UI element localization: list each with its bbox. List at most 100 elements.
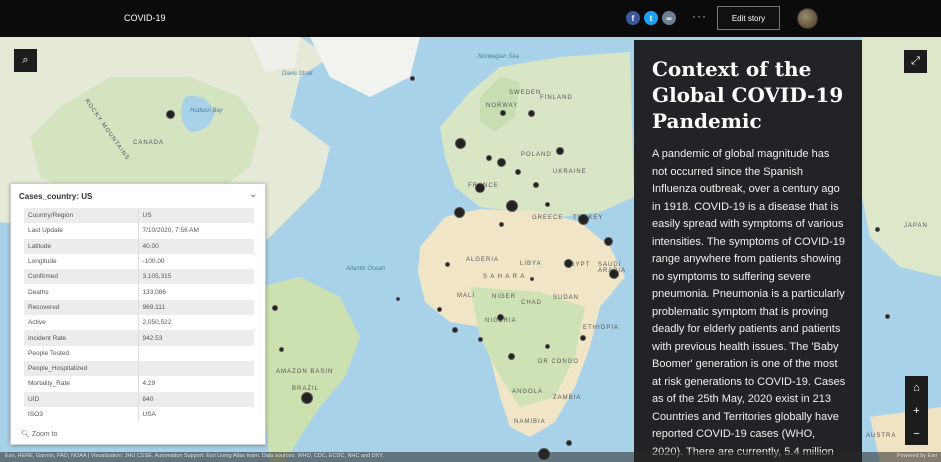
- map-label-sahara: S A H A R A: [483, 274, 526, 280]
- case-marker[interactable]: [475, 183, 485, 193]
- map-label-norwegian-sea: Norwegian Sea: [478, 54, 520, 60]
- attribute-value: [138, 360, 255, 377]
- case-marker[interactable]: [454, 207, 465, 218]
- map-attribution: Esri, HERE, Garmin, FAO, NOAA | Visualiz…: [0, 452, 941, 462]
- attribute-key: Latitude: [24, 238, 139, 254]
- attribute-key: ISO3: [24, 406, 139, 423]
- case-marker[interactable]: [272, 305, 278, 311]
- powered-by-esri[interactable]: Powered by Esri: [897, 453, 937, 459]
- attribute-key: Incident Rate: [24, 330, 139, 346]
- attribute-key: Active: [24, 315, 139, 331]
- table-row: Active 2,050,522: [24, 315, 255, 331]
- twitter-share-icon[interactable]: t: [644, 11, 658, 25]
- attribute-value: -100.00: [138, 253, 255, 270]
- attribute-value: 942.53: [138, 330, 255, 346]
- attribute-key: Mortality_Rate: [24, 376, 139, 392]
- table-row: Last Update 7/10/2020, 7:56 AM: [24, 223, 255, 239]
- case-marker[interactable]: [508, 353, 515, 360]
- case-marker[interactable]: [497, 158, 506, 167]
- fullscreen-icon[interactable]: ⤢: [904, 50, 927, 73]
- case-marker[interactable]: [500, 110, 506, 116]
- case-marker[interactable]: [499, 222, 504, 227]
- case-marker[interactable]: [486, 155, 492, 161]
- map-label-sudan: SUDAN: [553, 295, 580, 301]
- case-marker[interactable]: [396, 297, 400, 301]
- case-marker[interactable]: [437, 307, 442, 312]
- case-marker[interactable]: [166, 110, 175, 119]
- case-marker[interactable]: [478, 337, 483, 342]
- case-marker[interactable]: [530, 277, 534, 281]
- attribute-value: 2,050,522: [138, 315, 255, 331]
- feature-popup[interactable]: Cases_country: US ⌄ Country/Region US Las…: [10, 183, 266, 445]
- case-marker[interactable]: [301, 392, 313, 404]
- case-marker[interactable]: [578, 214, 589, 225]
- case-marker[interactable]: [556, 147, 564, 155]
- attribute-value: 969,111: [138, 299, 255, 316]
- case-marker[interactable]: [506, 200, 518, 212]
- map-label-davis-strait: Davis Strait: [282, 71, 313, 77]
- attribute-key: Recovered: [24, 299, 139, 316]
- table-row: Latitude 40.00: [24, 238, 255, 254]
- home-icon[interactable]: ⌂: [905, 376, 928, 399]
- map-label-japan: JAPAN: [904, 223, 928, 229]
- map-label-niger: NIGER: [492, 294, 517, 300]
- table-row: People_Hospitalized: [24, 360, 255, 377]
- map-label-algeria: ALGERIA: [466, 257, 500, 263]
- case-marker[interactable]: [545, 344, 550, 349]
- table-row: Longitude -100.00: [24, 253, 255, 270]
- case-marker[interactable]: [545, 202, 550, 207]
- case-marker[interactable]: [497, 314, 504, 321]
- zoom-to-label: Zoom to: [31, 431, 58, 438]
- attribute-value: 133,086: [138, 284, 255, 300]
- table-row: Mortality_Rate 4.29: [24, 376, 255, 392]
- attribute-value: 40.00: [138, 238, 255, 254]
- popup-attribute-table: Country/Region US Last Update 7/10/2020, 7…: [24, 208, 255, 423]
- case-marker[interactable]: [875, 227, 880, 232]
- table-row: Confirmed 3,105,315: [24, 269, 255, 285]
- case-marker[interactable]: [279, 347, 284, 352]
- case-marker[interactable]: [566, 440, 572, 446]
- app-title: COVID-19: [124, 13, 166, 23]
- map-label-angola: ANGOLA: [512, 389, 544, 395]
- edit-story-button[interactable]: Edit story: [717, 6, 780, 30]
- case-marker[interactable]: [452, 327, 458, 333]
- case-marker[interactable]: [609, 269, 619, 279]
- map-label-norway: NORWAY: [486, 103, 519, 109]
- table-row: Incident Rate 942.53: [24, 330, 255, 346]
- map-label-libya: LIBYA: [520, 261, 542, 267]
- case-marker[interactable]: [533, 182, 539, 188]
- attribute-value: 3,105,315: [138, 269, 255, 285]
- case-marker[interactable]: [455, 138, 466, 149]
- attribution-text: Esri, HERE, Garmin, FAO, NOAA | Visualiz…: [5, 453, 384, 459]
- case-marker[interactable]: [528, 110, 535, 117]
- map-label-poland: POLAND: [521, 152, 552, 158]
- map-label-chad: CHAD: [521, 300, 543, 306]
- attribute-value: 4.29: [138, 376, 255, 392]
- zoom-in-button[interactable]: +: [905, 399, 928, 422]
- attribute-value: 840: [138, 391, 255, 407]
- chevron-down-icon[interactable]: ⌄: [249, 189, 257, 200]
- attribute-key: Country/Region: [24, 208, 139, 224]
- case-marker[interactable]: [604, 237, 613, 246]
- more-options-icon[interactable]: ···: [692, 9, 707, 23]
- avatar[interactable]: [797, 8, 818, 29]
- zoom-to-link[interactable]: 🔍︎ Zoom to: [21, 430, 58, 438]
- zoom-out-button[interactable]: −: [905, 422, 928, 445]
- case-marker[interactable]: [885, 314, 890, 319]
- case-marker[interactable]: [410, 76, 415, 81]
- facebook-share-icon[interactable]: f: [626, 11, 640, 25]
- attribute-key: Deaths: [24, 284, 139, 300]
- case-marker[interactable]: [580, 335, 586, 341]
- case-marker[interactable]: [445, 262, 450, 267]
- attribute-value: US: [138, 208, 255, 224]
- zoom-magnifier-icon: 🔍︎: [21, 431, 30, 438]
- story-body: A pandemic of global magnitude has not o…: [652, 148, 846, 458]
- search-icon[interactable]: ⌕: [14, 49, 37, 72]
- case-marker[interactable]: [515, 169, 521, 175]
- story-panel[interactable]: Context of the Global COVID-19 Pandemic …: [634, 40, 862, 462]
- case-marker[interactable]: [564, 259, 573, 268]
- attribute-key: Last Update: [24, 223, 139, 239]
- map-label-hudson-bay: Hudson Bay: [190, 108, 223, 114]
- link-share-icon[interactable]: ∞: [662, 11, 676, 25]
- attribute-key: People Tested: [24, 345, 139, 361]
